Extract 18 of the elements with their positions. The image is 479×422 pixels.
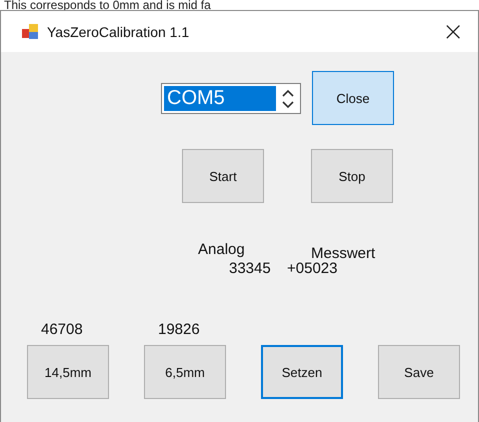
reading-value: 46708 bbox=[40, 321, 84, 339]
calibration-button[interactable]: 14,5mm bbox=[27, 345, 109, 399]
analog-label: Analog bbox=[198, 241, 246, 260]
port-select[interactable]: COM5 bbox=[161, 82, 301, 114]
app-icon bbox=[21, 22, 39, 40]
calibration-button[interactable]: Save bbox=[378, 345, 460, 399]
close-button[interactable]: × bbox=[438, 18, 468, 44]
calibration-button[interactable]: Setzen bbox=[261, 345, 343, 399]
close-button[interactable]: Close bbox=[312, 71, 394, 125]
stop-button[interactable]: Stop bbox=[311, 149, 393, 203]
calibration-button[interactable]: 6,5mm bbox=[144, 345, 226, 399]
spin-icon bbox=[280, 88, 296, 110]
measure-label: Messwert bbox=[311, 245, 376, 262]
measure-value: +05023 bbox=[287, 260, 338, 277]
start-button[interactable]: Start bbox=[182, 149, 264, 203]
caption-text: This corresponds to 0mm and is mid fa bbox=[3, 0, 212, 10]
window-title: YasZeroCalibration 1.1 bbox=[47, 24, 190, 40]
reading-value: 19826 bbox=[157, 321, 201, 339]
